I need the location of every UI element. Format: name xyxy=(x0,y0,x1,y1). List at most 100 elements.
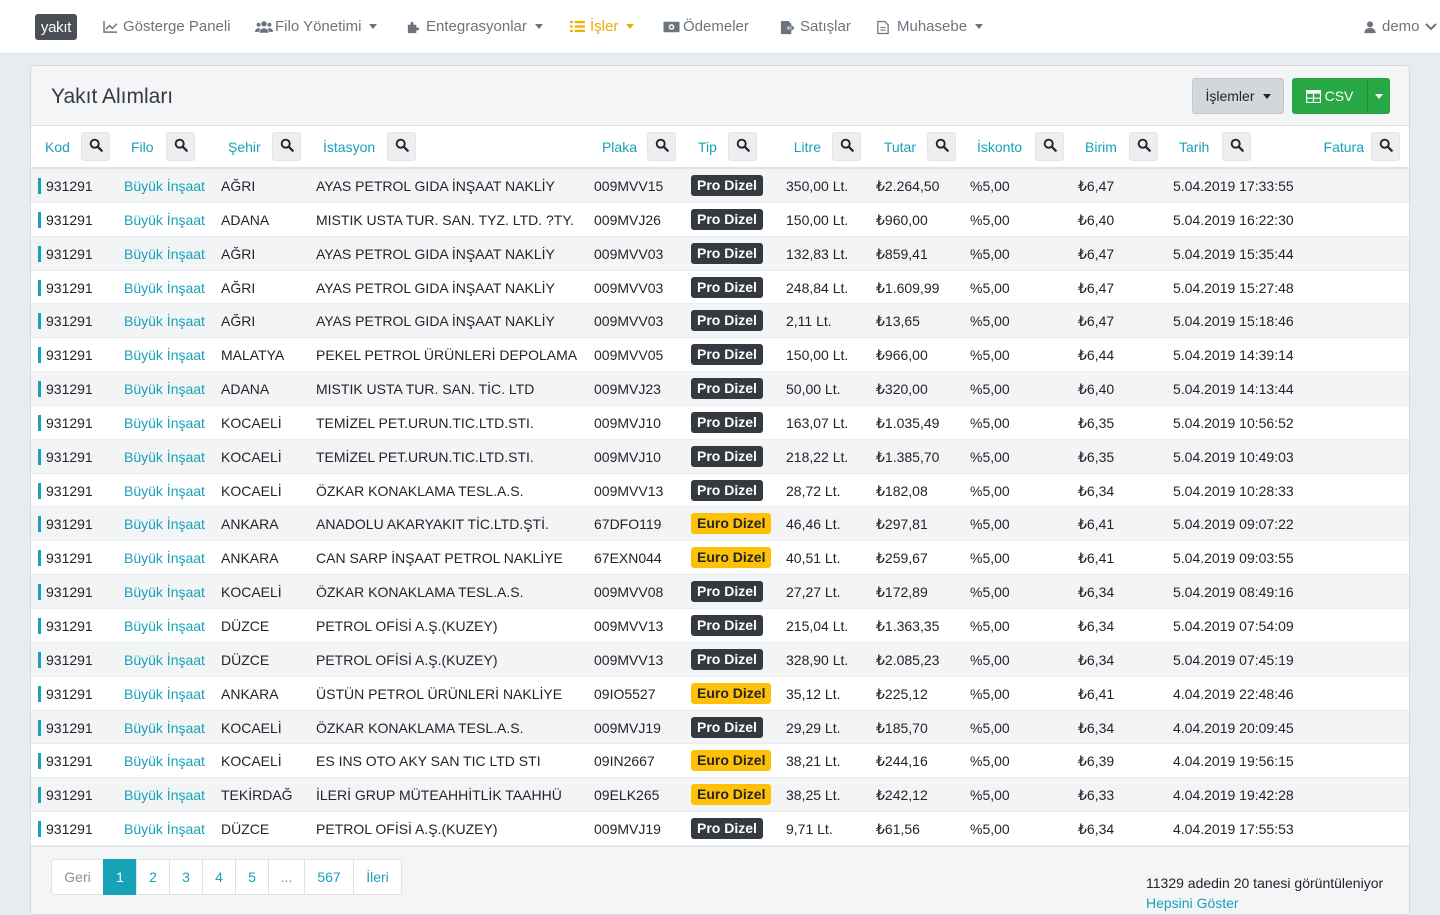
cell-filo[interactable]: Büyük İnşaat xyxy=(124,415,205,431)
show-all-link[interactable]: Hepsini Göster xyxy=(1146,895,1239,911)
cell-filo[interactable]: Büyük İnşaat xyxy=(124,550,205,566)
cell-filo[interactable]: Büyük İnşaat xyxy=(124,652,205,668)
column-header-5[interactable]: Tip xyxy=(698,139,717,155)
column-search-button[interactable] xyxy=(832,132,861,161)
table-row[interactable]: 931291 Büyük İnşaat DÜZCE PETROL OFİSİ A.Ş.… xyxy=(31,609,1409,643)
column-header-2[interactable]: Şehir xyxy=(228,139,261,155)
cell-filo[interactable]: Büyük İnşaat xyxy=(124,720,205,736)
column-header-1[interactable]: Filo xyxy=(131,139,154,155)
brand-logo[interactable]: yakıt xyxy=(35,14,77,40)
cell-i̇skonto: %5,00 xyxy=(970,482,1010,499)
table-row[interactable]: 931291 Büyük İnşaat TEKİRDAĞ İLERİ GRUP MÜT… xyxy=(31,778,1409,813)
table-row[interactable]: 931291 Büyük İnşaat KOCAELİ ÖZKAR KONAKLAMA… xyxy=(31,710,1409,745)
nav-item-4[interactable]: Ödemeler xyxy=(663,18,749,35)
column-search-button[interactable] xyxy=(272,132,301,161)
cell-plaka: 009MVV13 xyxy=(594,617,664,634)
table-row[interactable]: 931291 Büyük İnşaat ADANA MISTIK USTA TUR. … xyxy=(31,203,1409,237)
column-search-button[interactable] xyxy=(927,132,956,161)
column-header-10[interactable]: Tarih xyxy=(1179,139,1209,155)
csv-dropdown-toggle[interactable] xyxy=(1367,78,1390,114)
table-row[interactable]: 931291 Büyük İnşaat AĞRI AYAS PETROL GIDA İ… xyxy=(31,236,1409,271)
table-row[interactable]: 931291 Büyük İnşaat KOCAELİ TEMİZEL PET.URU… xyxy=(31,439,1409,474)
cell-filo[interactable]: Büyük İnşaat xyxy=(124,313,205,329)
cell-filo[interactable]: Büyük İnşaat xyxy=(124,686,205,702)
row-indicator xyxy=(38,651,41,668)
cell-filo[interactable]: Büyük İnşaat xyxy=(124,280,205,296)
column-header-3[interactable]: İstasyon xyxy=(323,139,375,155)
user-menu[interactable]: demo xyxy=(1362,18,1437,35)
column-search-button[interactable] xyxy=(1222,132,1251,161)
table-row[interactable]: 931291 Büyük İnşaat KOCAELİ TEMİZEL PET.URU… xyxy=(31,406,1409,440)
pagination-prev[interactable]: Geri xyxy=(51,859,104,895)
cell-filo[interactable]: Büyük İnşaat xyxy=(124,821,205,837)
column-search-button[interactable] xyxy=(387,132,416,161)
table-row[interactable]: 931291 Büyük İnşaat KOCAELİ ES INS OTO AKY … xyxy=(31,744,1409,779)
cell-litre: 9,71 Lt. xyxy=(786,821,833,838)
table-row[interactable]: 931291 Büyük İnşaat ANKARA ÜSTÜN PETROL ÜRÜ… xyxy=(31,677,1409,711)
cell-şehir: KOCAELİ xyxy=(221,753,282,770)
column-header-4[interactable]: Plaka xyxy=(602,139,637,155)
cell-filo[interactable]: Büyük İnşaat xyxy=(124,178,205,194)
cell-kod: 931291 xyxy=(46,821,93,838)
cell-filo[interactable]: Büyük İnşaat xyxy=(124,347,205,363)
pagination-page[interactable]: 1 xyxy=(103,859,137,895)
cell-filo[interactable]: Büyük İnşaat xyxy=(124,449,205,465)
csv-export-button[interactable]: CSV xyxy=(1292,78,1367,114)
nav-item-0[interactable]: Gösterge Paneli xyxy=(103,18,231,35)
cell-i̇skonto: %5,00 xyxy=(970,313,1010,330)
column-header-7[interactable]: Tutar xyxy=(884,139,916,155)
pagination-page[interactable]: 4 xyxy=(202,859,236,895)
table-row[interactable]: 931291 Büyük İnşaat KOCAELİ ÖZKAR KONAKLAMA… xyxy=(31,575,1409,609)
table-row[interactable]: 931291 Büyük İnşaat ANKARA ANADOLU AKARYAKI… xyxy=(31,507,1409,542)
column-search-button[interactable] xyxy=(647,132,676,161)
cell-filo[interactable]: Büyük İnşaat xyxy=(124,381,205,397)
table-row[interactable]: 931291 Büyük İnşaat KOCAELİ ÖZKAR KONAKLAMA… xyxy=(31,474,1409,508)
table-row[interactable]: 931291 Büyük İnşaat AĞRI AYAS PETROL GIDA İ… xyxy=(31,304,1409,339)
pagination-next[interactable]: İleri xyxy=(353,859,402,895)
column-search-button[interactable] xyxy=(1129,132,1158,161)
column-header-6[interactable]: Litre xyxy=(794,139,821,155)
table-row[interactable]: 931291 Büyük İnşaat ADANA MISTIK USTA TUR. … xyxy=(31,372,1409,406)
row-indicator xyxy=(38,313,41,330)
cell-i̇skonto: %5,00 xyxy=(970,719,1010,736)
cell-tutar: ₺185,70 xyxy=(876,719,928,736)
nav-item-2[interactable]: Entegrasyonlar xyxy=(406,18,543,35)
nav-item-1[interactable]: Filo Yönetimi xyxy=(255,18,378,35)
column-header-8[interactable]: İskonto xyxy=(977,139,1022,155)
column-header-11[interactable]: Fatura xyxy=(1324,139,1364,155)
table-row[interactable]: 931291 Büyük İnşaat DÜZCE PETROL OFİSİ A.Ş.… xyxy=(31,642,1409,677)
column-search-button[interactable] xyxy=(1371,132,1400,161)
cell-filo[interactable]: Büyük İnşaat xyxy=(124,483,205,499)
column-search-button[interactable] xyxy=(166,132,195,161)
pagination-page[interactable]: 2 xyxy=(136,859,170,895)
cell-filo[interactable]: Büyük İnşaat xyxy=(124,753,205,769)
table-row[interactable]: 931291 Büyük İnşaat MALATYA PEKEL PETROL ÜR… xyxy=(31,338,1409,373)
actions-dropdown-button[interactable]: İşlemler xyxy=(1192,78,1284,114)
cell-filo[interactable]: Büyük İnşaat xyxy=(124,246,205,262)
cell-plaka: 009MVV03 xyxy=(594,245,664,262)
column-search-button[interactable] xyxy=(728,132,757,161)
cell-plaka: 67DFO119 xyxy=(594,516,662,533)
table-row[interactable]: 931291 Büyük İnşaat DÜZCE PETROL OFİSİ A.Ş.… xyxy=(31,812,1409,846)
cell-filo[interactable]: Büyük İnşaat xyxy=(124,618,205,634)
pagination-page[interactable]: 567 xyxy=(304,859,354,895)
nav-item-6[interactable]: Muhasebe xyxy=(877,18,984,35)
cell-filo[interactable]: Büyük İnşaat xyxy=(124,516,205,532)
table-row[interactable]: 931291 Büyük İnşaat AĞRI AYAS PETROL GIDA İ… xyxy=(31,169,1409,203)
nav-item-3[interactable]: İşler xyxy=(570,18,635,35)
cell-filo[interactable]: Büyük İnşaat xyxy=(124,212,205,228)
nav-item-5[interactable]: Satışlar xyxy=(780,18,851,35)
pagination-page[interactable]: 3 xyxy=(169,859,203,895)
column-search-button[interactable] xyxy=(81,132,110,161)
pagination-page[interactable]: 5 xyxy=(235,859,269,895)
cell-plaka: 009MVJ26 xyxy=(594,211,661,228)
cell-filo[interactable]: Büyük İnşaat xyxy=(124,584,205,600)
table-row[interactable]: 931291 Büyük İnşaat ANKARA CAN SARP İNŞAAT … xyxy=(31,541,1409,576)
cell-filo[interactable]: Büyük İnşaat xyxy=(124,787,205,803)
pagination-page[interactable]: ... xyxy=(268,859,305,895)
column-search-button[interactable] xyxy=(1035,132,1064,161)
column-header-9[interactable]: Birim xyxy=(1085,139,1117,155)
column-header-0[interactable]: Kod xyxy=(45,139,70,155)
csv-label: CSV xyxy=(1324,88,1354,104)
table-row[interactable]: 931291 Büyük İnşaat AĞRI AYAS PETROL GIDA İ… xyxy=(31,271,1409,305)
